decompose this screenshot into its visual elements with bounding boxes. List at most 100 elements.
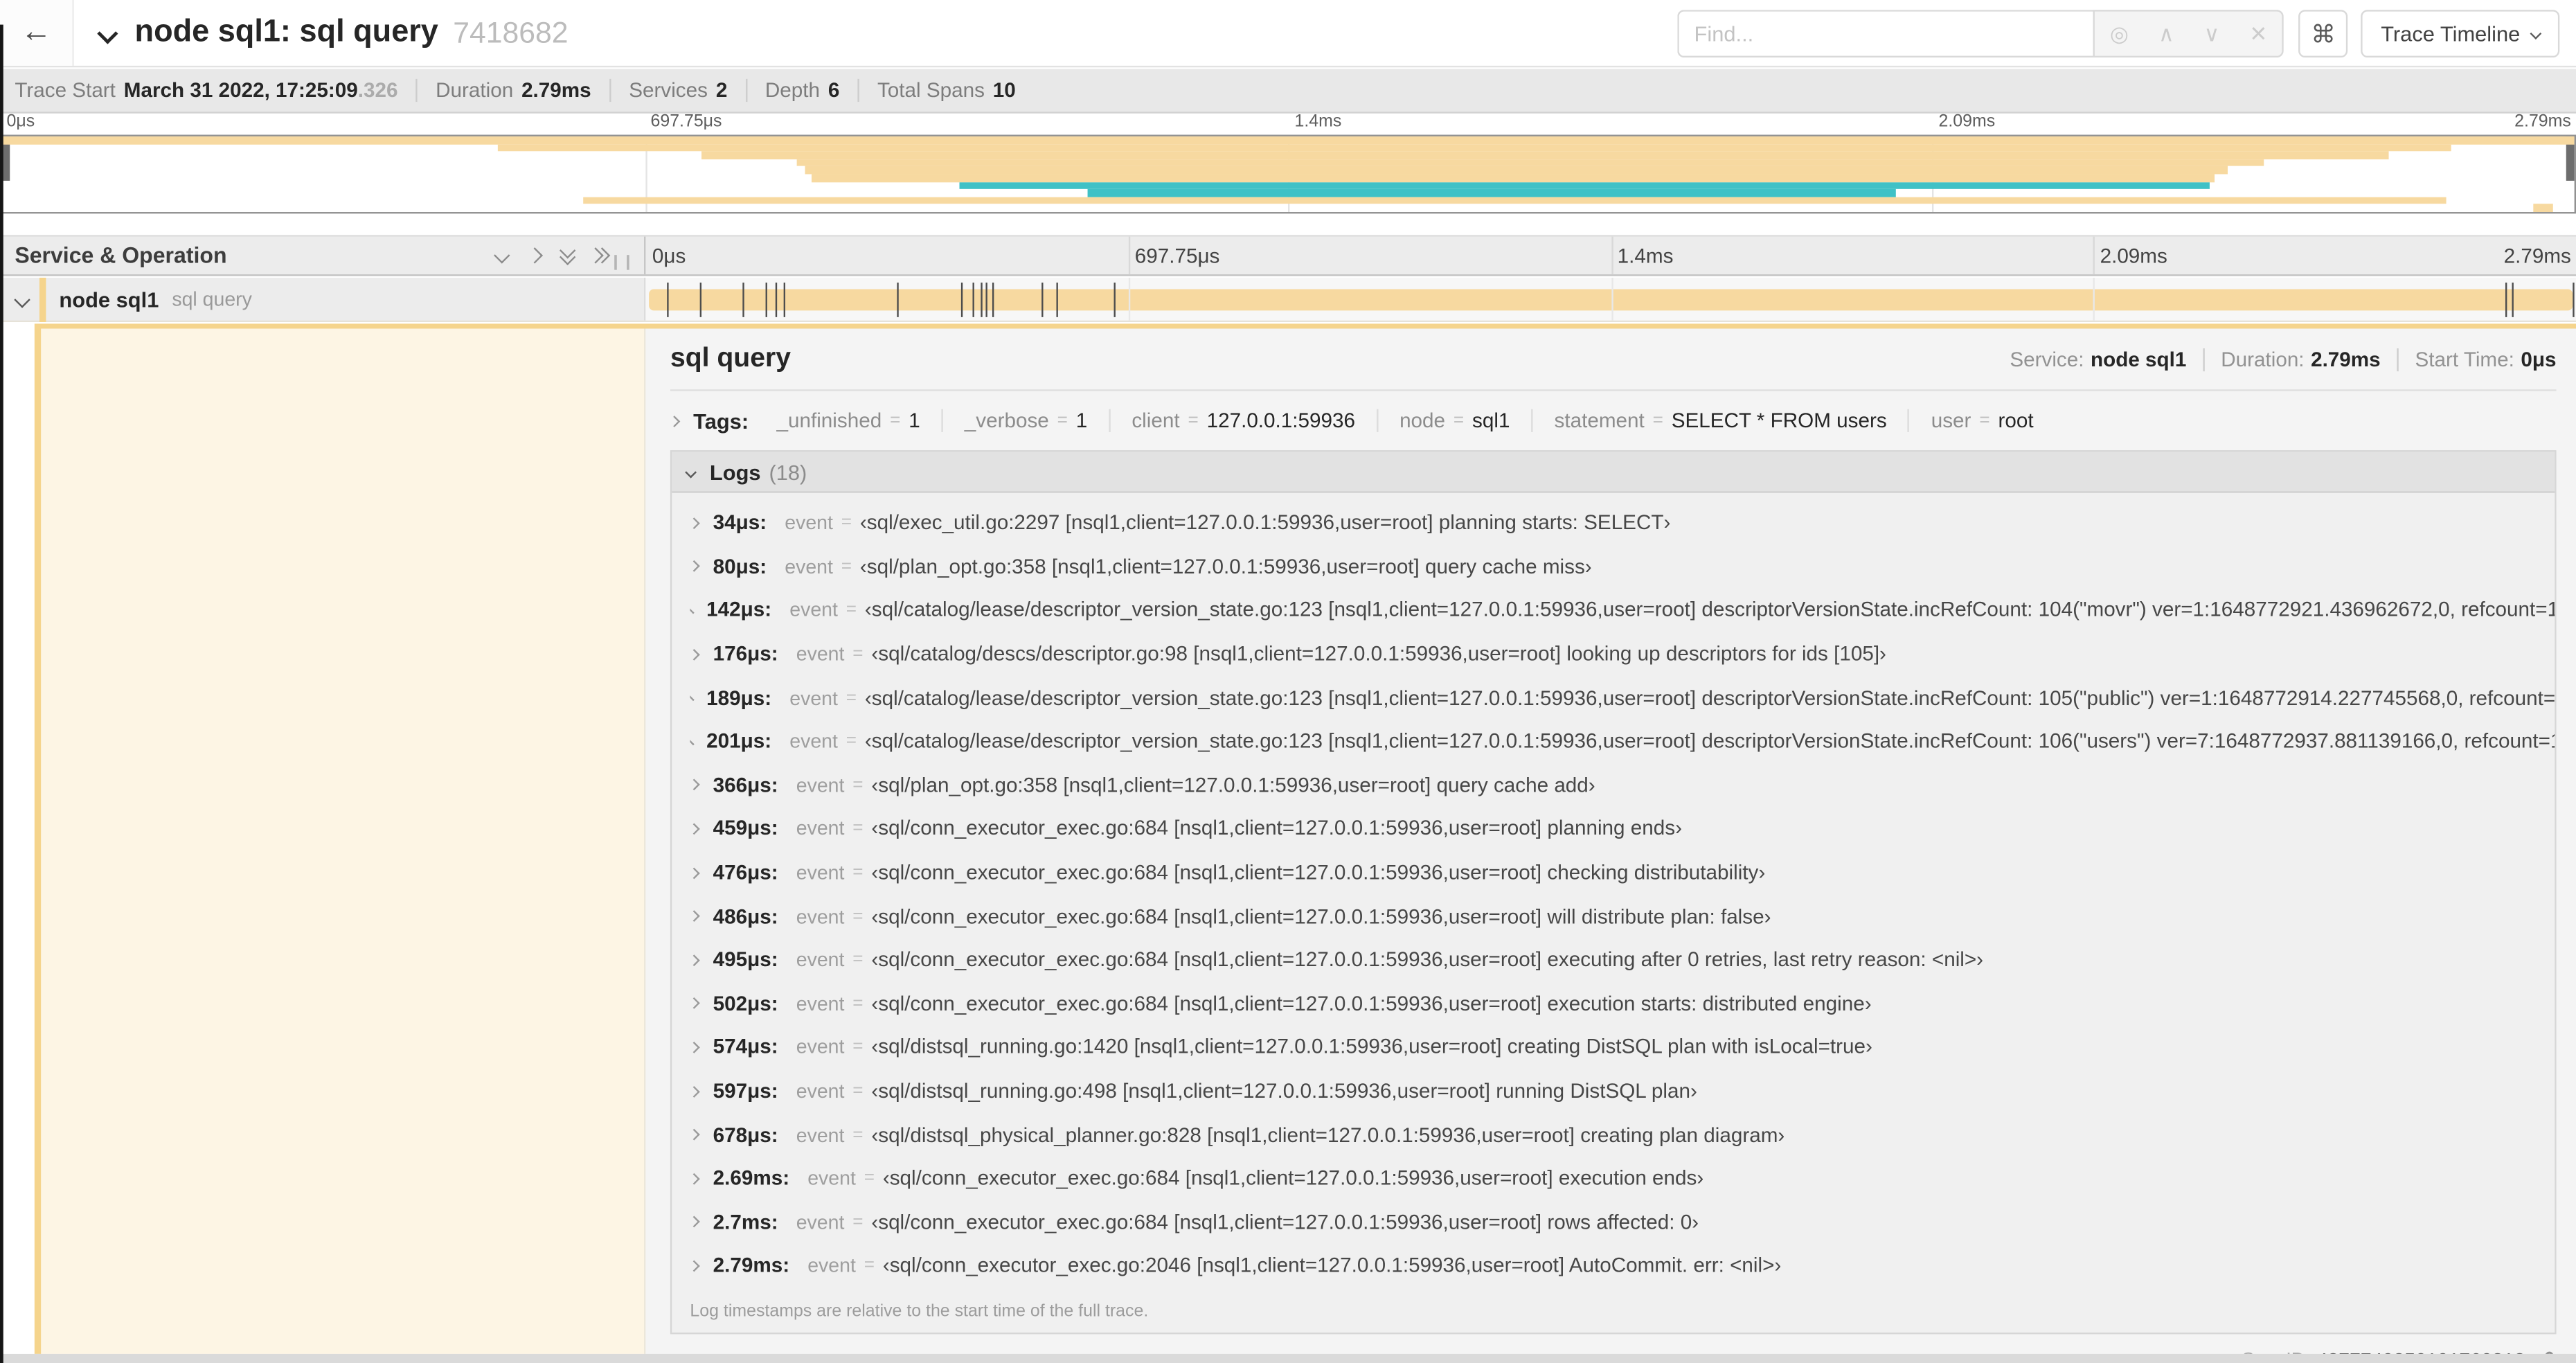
collapse-trace-icon[interactable] xyxy=(97,22,118,44)
log-expander-icon[interactable] xyxy=(690,1129,700,1141)
log-expander-icon[interactable] xyxy=(690,1173,700,1184)
log-expander-icon[interactable] xyxy=(690,694,695,702)
log-row[interactable]: 476μs: event = ‹sql/conn_executor_exec.go:6… xyxy=(690,850,2555,894)
log-expander-icon[interactable] xyxy=(690,738,695,745)
log-expander-icon[interactable] xyxy=(690,1085,700,1097)
clear-search-icon[interactable]: ✕ xyxy=(2249,21,2267,47)
log-row[interactable]: 176μs: event = ‹sql/catalog/descs/descripto… xyxy=(690,632,2555,676)
detail-span-stats: Service: node sql1 Duration: 2.79ms Star… xyxy=(2010,348,2557,372)
minimap-span-bar xyxy=(2533,204,2554,213)
log-expander-icon[interactable] xyxy=(690,607,695,614)
log-marker xyxy=(991,283,994,317)
log-marker xyxy=(986,283,988,317)
log-row[interactable]: 189μs: event = ‹sql/catalog/lease/descripto… xyxy=(690,676,2555,720)
log-row[interactable]: 574μs: event = ‹sql/distsql_running.go:1420… xyxy=(690,1026,2555,1069)
span-gantt-cell[interactable] xyxy=(645,277,2576,321)
tag-key: statement xyxy=(1554,409,1645,432)
log-value: ‹sql/conn_executor_exec.go:684 [nsql1,cl… xyxy=(871,992,1872,1015)
log-expander-icon[interactable] xyxy=(690,560,700,573)
collapse-one-level-icon[interactable] xyxy=(494,247,510,264)
next-match-icon[interactable]: ∨ xyxy=(2204,21,2220,47)
log-field-name: event xyxy=(796,1035,845,1059)
log-timestamp: 476μs: xyxy=(713,861,778,884)
keyboard-shortcuts-button[interactable]: ⌘ xyxy=(2298,10,2348,58)
log-field-name: event xyxy=(796,642,845,666)
log-value: ‹sql/distsql_running.go:498 [nsql1,clien… xyxy=(871,1079,1697,1103)
gantt-gridline xyxy=(1128,277,1130,321)
timeline-minimap[interactable] xyxy=(0,134,2576,214)
log-timestamp: 502μs: xyxy=(713,992,778,1015)
log-row[interactable]: 502μs: event = ‹sql/conn_executor_exec.go:6… xyxy=(690,982,2555,1026)
collapse-span-icon[interactable] xyxy=(14,291,30,308)
logs-header[interactable]: Logs (18) xyxy=(672,452,2555,493)
log-timestamp: 459μs: xyxy=(713,817,778,841)
log-timestamp: 2.7ms: xyxy=(713,1211,778,1234)
equals-sign: = xyxy=(852,819,864,839)
log-expander-icon[interactable] xyxy=(690,1260,700,1272)
log-expander-icon[interactable] xyxy=(690,910,700,923)
tags-row[interactable]: Tags: _unfinished = 1 _verbose = 1 client = 127.… xyxy=(668,402,2557,438)
command-icon: ⌘ xyxy=(2311,20,2336,48)
equals-sign: = xyxy=(852,993,864,1014)
start-time-value: 0μs xyxy=(2521,348,2557,372)
log-expander-icon[interactable] xyxy=(690,954,700,966)
log-row[interactable]: 459μs: event = ‹sql/conn_executor_exec.go:6… xyxy=(690,807,2555,850)
log-value: ‹sql/plan_opt.go:358 [nsql1,client=127.0… xyxy=(859,555,1592,578)
minimap-span-bar xyxy=(1087,189,1895,197)
ruler-gridline xyxy=(1128,236,1130,275)
expand-all-icon[interactable] xyxy=(587,247,611,264)
column-resizer-handle[interactable]: ❙❙ xyxy=(609,253,634,271)
log-expander-icon[interactable] xyxy=(690,823,700,835)
prev-match-icon[interactable]: ∧ xyxy=(2158,21,2174,47)
log-row[interactable]: 80μs: event = ‹sql/plan_opt.go:358 [nsql1,c… xyxy=(690,545,2555,589)
log-expander-icon[interactable] xyxy=(690,1216,700,1229)
log-expander-icon[interactable] xyxy=(690,648,700,660)
span-service-name: node sql1 xyxy=(59,286,159,312)
minimap-tick-label: 697.75μs xyxy=(650,112,722,132)
log-expander-icon[interactable] xyxy=(690,517,700,529)
minimap-tick-label: 1.4ms xyxy=(1294,112,1342,132)
collapse-all-icon[interactable] xyxy=(559,241,576,265)
log-field-name: event xyxy=(789,729,838,754)
log-row[interactable]: 2.69ms: event = ‹sql/conn_executor_exec.go:… xyxy=(690,1157,2555,1200)
ruler-tick-label: 2.79ms xyxy=(2503,244,2571,268)
log-marker xyxy=(1113,283,1115,317)
tags-label: Tags: xyxy=(693,408,749,434)
log-row[interactable]: 597μs: event = ‹sql/distsql_running.go:498 … xyxy=(690,1069,2555,1113)
log-row[interactable]: 366μs: event = ‹sql/plan_opt.go:358 [nsql1,… xyxy=(690,763,2555,807)
tags-expander-icon[interactable] xyxy=(668,414,681,427)
logs-collapse-icon[interactable] xyxy=(685,465,697,478)
log-timestamp: 80μs: xyxy=(713,555,767,578)
log-row[interactable]: 201μs: event = ‹sql/catalog/lease/descripto… xyxy=(690,720,2555,763)
summary-value: 10 xyxy=(992,78,1016,103)
log-row[interactable]: 2.7ms: event = ‹sql/conn_executor_exec.go:6… xyxy=(690,1200,2555,1244)
log-row[interactable]: 142μs: event = ‹sql/catalog/lease/descripto… xyxy=(690,589,2555,632)
screen-edge-artifact xyxy=(0,24,3,1363)
log-row[interactable]: 2.79ms: event = ‹sql/conn_executor_exec.go:… xyxy=(690,1244,2555,1288)
logs-section: Logs (18) 34μs: event = ‹sql/exec_util.go:2… xyxy=(670,450,2557,1334)
locate-icon[interactable]: ◎ xyxy=(2110,21,2129,47)
log-value: ‹sql/plan_opt.go:358 [nsql1,client=127.0… xyxy=(871,774,1595,797)
log-value: ‹sql/catalog/lease/descriptor_version_st… xyxy=(864,686,2555,710)
span-name-cell[interactable]: node sql1 sql query xyxy=(0,276,646,321)
back-button[interactable]: ← xyxy=(0,0,74,66)
view-select[interactable]: Trace Timeline xyxy=(2361,10,2560,58)
span-row[interactable]: node sql1 sql query xyxy=(0,276,2576,322)
tag-value: 1 xyxy=(1075,409,1088,432)
log-row[interactable]: 486μs: event = ‹sql/conn_executor_exec.go:6… xyxy=(690,894,2555,938)
log-row[interactable]: 495μs: event = ‹sql/conn_executor_exec.go:6… xyxy=(690,938,2555,982)
minimap-span-bar xyxy=(701,151,2390,159)
log-field-name: event xyxy=(796,1211,845,1234)
log-expander-icon[interactable] xyxy=(690,1041,700,1053)
log-expander-icon[interactable] xyxy=(690,866,700,879)
tag-item: node = sql1 xyxy=(1378,409,1533,432)
start-time-label: Start Time: xyxy=(2415,348,2514,372)
log-row[interactable]: 678μs: event = ‹sql/distsql_physical_planne… xyxy=(690,1113,2555,1157)
log-row[interactable]: 34μs: event = ‹sql/exec_util.go:2297 [nsql1… xyxy=(690,501,2555,545)
log-expander-icon[interactable] xyxy=(690,997,700,1010)
log-expander-icon[interactable] xyxy=(690,779,700,792)
equals-sign: = xyxy=(864,1168,875,1188)
back-arrow-icon: ← xyxy=(20,15,52,50)
expand-one-level-icon[interactable] xyxy=(526,247,543,264)
find-input[interactable] xyxy=(1677,10,2094,58)
